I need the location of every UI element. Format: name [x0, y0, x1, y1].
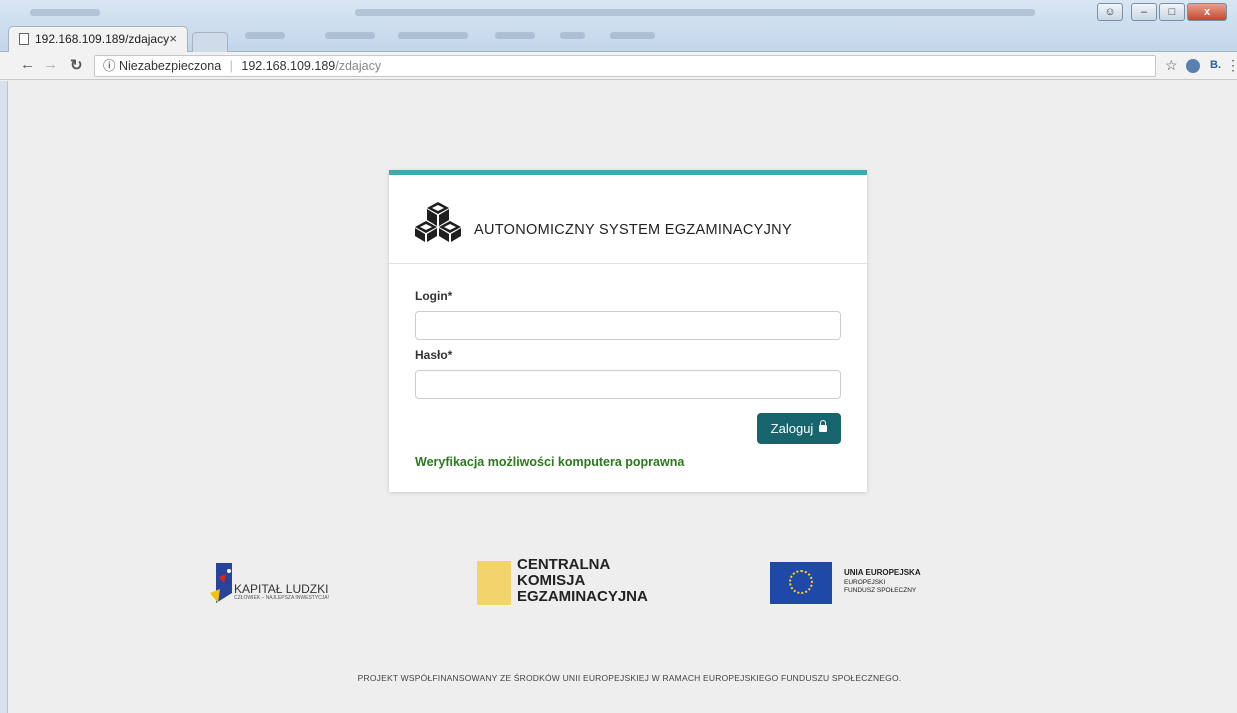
ue-subtitle-line2: FUNDUSZ SPOŁECZNY [844, 587, 917, 594]
ue-subtitle: EUROPEJSKI FUNDUSZ SPOŁECZNY [844, 579, 916, 595]
login-button[interactable]: Zaloguj [757, 413, 841, 444]
info-icon[interactable]: ⓘ [103, 59, 116, 73]
ue-title: UNIA EUROPEJSKA [844, 568, 921, 577]
login-button-label: Zaloguj [770, 421, 814, 436]
ue-subtitle-line1: EUROPEJSKI [844, 579, 886, 586]
blurred-window-title [355, 9, 1035, 16]
login-label: Login* [415, 289, 453, 303]
forward-icon[interactable]: → [43, 56, 58, 73]
title-bar: ☺ – □ x 192.168.109.189/zdajacy × [0, 0, 1237, 52]
tab-title: 192.168.109.189/zdajacy [35, 32, 170, 46]
security-label: Niezabezpieczona [119, 59, 222, 73]
extension-b-icon[interactable]: B. [1210, 59, 1221, 71]
url-field[interactable]: ⓘ Niezabezpieczona | 192.168.109.189/zda… [94, 55, 1156, 77]
verification-status: Weryfikacja możliwości komputera poprawn… [415, 455, 685, 469]
blurred-bookmark [325, 32, 375, 39]
url-separator: | [229, 59, 233, 73]
cke-line2: KOMISJA [517, 572, 586, 589]
page-icon [19, 33, 29, 45]
password-label: Hasło* [415, 348, 453, 362]
kapital-ludzki-logo: KAPITAŁ LUDZKI CZŁOWIEK – NAJLEPSZA INWE… [210, 563, 329, 610]
eu-flag-icon [770, 562, 832, 604]
footer-text: PROJEKT WSPÓŁFINANSOWANY ZE ŚRODKÓW UNII… [357, 673, 902, 683]
browser-tab-active[interactable]: 192.168.109.189/zdajacy × [8, 26, 188, 52]
back-icon[interactable]: ← [20, 56, 35, 73]
login-card-header: AUTONOMICZNY SYSTEM EGZAMINACYJNY [389, 175, 867, 264]
blurred-bookmark [398, 32, 468, 39]
kapital-ludzki-emblem-icon [210, 563, 232, 603]
cke-emblem-icon [477, 561, 511, 605]
reload-icon[interactable]: ↻ [70, 56, 83, 74]
blurred-bookmark [610, 32, 655, 39]
lock-icon [819, 420, 828, 432]
extension-icon[interactable] [1186, 59, 1200, 73]
blurred-bookmark [245, 32, 285, 39]
eu-stars-icon [789, 570, 813, 594]
kapital-ludzki-title: KAPITAŁ LUDZKI [234, 582, 329, 596]
browser-menu-icon[interactable]: ⋮ [1226, 57, 1237, 74]
cke-line1: CENTRALNA [517, 556, 611, 573]
bookmark-star-icon[interactable]: ☆ [1165, 57, 1178, 74]
url-path: /zdajacy [335, 59, 382, 73]
kapital-ludzki-subtitle: CZŁOWIEK – NAJLEPSZA INWESTYCJA! [234, 595, 330, 601]
cke-text: CENTRALNA KOMISJA EGZAMINACYJNA [517, 557, 648, 605]
tab-close-icon[interactable]: × [169, 27, 177, 51]
new-tab-button[interactable] [192, 32, 228, 52]
login-card: AUTONOMICZNY SYSTEM EGZAMINACYJNY Login*… [389, 170, 867, 492]
page-title: AUTONOMICZNY SYSTEM EGZAMINACYJNY [474, 222, 792, 238]
tab-strip: 192.168.109.189/zdajacy × [0, 18, 1237, 52]
window-frame [0, 81, 8, 713]
address-bar: ← → ↻ ⓘ Niezabezpieczona | 192.168.109.1… [0, 52, 1237, 80]
password-input[interactable] [415, 370, 841, 399]
cke-line3: EGZAMINACYJNA [517, 588, 648, 605]
cubes-logo-icon [415, 202, 461, 242]
login-input[interactable] [415, 311, 841, 340]
url-host: 192.168.109.189 [241, 59, 336, 73]
blurred-bookmark [560, 32, 585, 39]
blurred-bookmark [495, 32, 535, 39]
browser-window: ☺ – □ x 192.168.109.189/zdajacy × ← → ↻ … [0, 0, 1237, 713]
blurred-quick-access [30, 9, 100, 16]
